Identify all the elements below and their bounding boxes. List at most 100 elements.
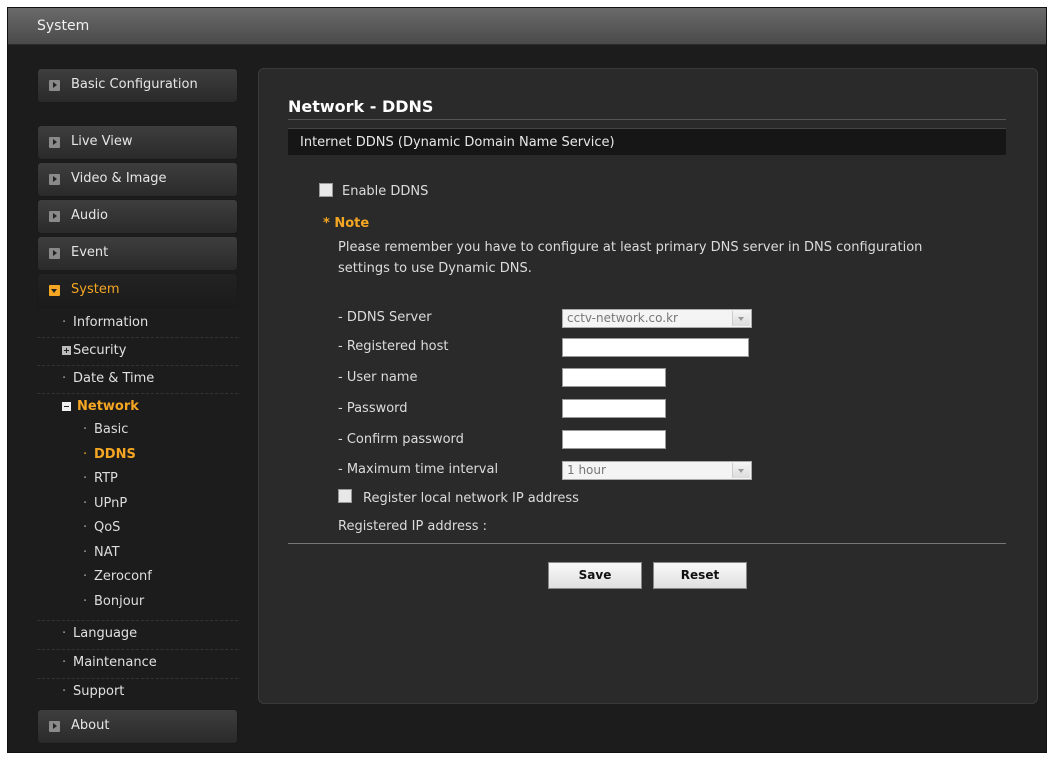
sidebar-subitem-rtp[interactable]: · RTP	[37, 467, 238, 492]
arrow-right-icon	[49, 248, 60, 259]
sidebar-item-date-time[interactable]: · Date & Time	[37, 366, 238, 394]
note-title: * Note	[323, 216, 370, 231]
sidebar-item-label: Date & Time	[73, 371, 155, 386]
bullet-icon: ·	[62, 315, 67, 330]
bullet-icon: ·	[83, 544, 88, 560]
sidebar-item-support[interactable]: · Support	[37, 679, 238, 709]
sidebar-item-label: Network	[77, 399, 139, 414]
menu-system[interactable]: System	[37, 273, 238, 308]
sidebar-item-information[interactable]: · Information	[37, 310, 238, 338]
sidebar-subitem-ddns[interactable]: · DDNS	[37, 443, 238, 468]
bullet-icon: ·	[62, 625, 67, 641]
sidebar-item-label: QoS	[94, 520, 121, 535]
header-bar: System	[8, 8, 1046, 45]
max-interval-label: - Maximum time interval	[338, 462, 499, 477]
sidebar-item-label: UPnP	[94, 495, 128, 511]
sidebar-item-maintenance[interactable]: · Maintenance	[37, 650, 238, 679]
sidebar-subitem-upnp[interactable]: · UPnP	[37, 492, 238, 517]
ddns-server-value: cctv-network.co.kr	[567, 311, 678, 325]
chevron-down-icon	[732, 311, 750, 326]
bullet-icon: ·	[83, 569, 88, 584]
menu-about[interactable]: About	[37, 708, 238, 744]
sidebar-item-label: Bonjour	[94, 593, 145, 609]
bullet-icon: ·	[62, 371, 67, 386]
password-input[interactable]	[562, 399, 666, 418]
menu-basic-configuration[interactable]: Basic Configuration	[37, 68, 238, 103]
sidebar-item-label: Security	[73, 343, 127, 358]
user-name-label: - User name	[338, 370, 418, 385]
menu-audio[interactable]: Audio	[37, 199, 238, 234]
sidebar: Basic Configuration Live View Video & Im…	[37, 68, 238, 746]
bullet-icon: ·	[62, 654, 67, 670]
content-panel: Network - DDNS Internet DDNS (Dynamic Do…	[258, 68, 1038, 704]
ddns-server-label: - DDNS Server	[338, 310, 432, 325]
bullet-icon: ·	[83, 593, 88, 609]
sidebar-item-security[interactable]: Security	[37, 338, 238, 366]
menu-live-view[interactable]: Live View	[37, 125, 238, 160]
sidebar-item-label: Language	[73, 625, 138, 641]
bullet-icon: ·	[83, 520, 88, 535]
sidebar-item-label: Support	[73, 683, 125, 699]
reset-button[interactable]: Reset	[653, 562, 747, 589]
menu-label: Audio	[71, 208, 108, 223]
sidebar-subitem-qos[interactable]: · QoS	[37, 516, 238, 541]
sidebar-item-label: Maintenance	[73, 654, 157, 670]
bullet-icon: ·	[83, 446, 88, 462]
collapse-minus-icon[interactable]	[62, 402, 71, 411]
divider	[288, 119, 1006, 120]
bullet-icon: ·	[62, 683, 67, 699]
max-interval-select[interactable]: 1 hour	[562, 461, 752, 480]
menu-label: Basic Configuration	[71, 77, 198, 92]
bullet-icon: ·	[83, 495, 88, 511]
enable-ddns-checkbox[interactable]	[319, 183, 333, 197]
sidebar-item-label: RTP	[94, 471, 118, 486]
page-title: Network - DDNS	[288, 97, 434, 116]
registered-host-label: - Registered host	[338, 339, 449, 354]
user-name-input[interactable]	[562, 368, 666, 387]
sidebar-item-label: NAT	[94, 544, 120, 560]
sidebar-subitem-bonjour[interactable]: · Bonjour	[37, 590, 238, 621]
expand-plus-icon[interactable]	[62, 346, 71, 355]
menu-label: Live View	[71, 134, 133, 149]
arrow-down-icon	[49, 285, 60, 296]
section-title: Internet DDNS (Dynamic Domain Name Servi…	[300, 135, 615, 150]
chevron-down-icon	[732, 463, 750, 478]
sidebar-subitem-nat[interactable]: · NAT	[37, 541, 238, 566]
menu-label: About	[71, 717, 110, 733]
arrow-right-icon	[49, 80, 60, 91]
confirm-password-input[interactable]	[562, 430, 666, 449]
sidebar-subitem-zeroconf[interactable]: · Zeroconf	[37, 565, 238, 590]
max-interval-value: 1 hour	[567, 463, 606, 477]
enable-ddns-label: Enable DDNS	[342, 184, 429, 199]
ddns-server-select[interactable]: cctv-network.co.kr	[562, 309, 752, 328]
sidebar-item-label: Information	[73, 315, 149, 330]
register-local-ip-label: Register local network IP address	[363, 491, 579, 506]
menu-label: System	[71, 282, 120, 297]
note-text-line1: Please remember you have to configure at…	[338, 240, 923, 255]
sidebar-item-network[interactable]: Network	[37, 394, 238, 418]
registered-ip-label: Registered IP address :	[338, 519, 488, 534]
sidebar-item-language[interactable]: · Language	[37, 621, 238, 650]
menu-label: Event	[71, 245, 109, 260]
note-text-line2: settings to use Dynamic DNS.	[338, 261, 532, 276]
sidebar-subitem-basic[interactable]: · Basic	[37, 418, 238, 443]
arrow-right-icon	[49, 137, 60, 148]
arrow-right-icon	[49, 174, 60, 185]
arrow-right-icon	[49, 211, 60, 222]
app-window: System Basic Configuration Live View Vid…	[7, 7, 1047, 753]
arrow-right-icon	[49, 720, 60, 732]
password-label: - Password	[338, 401, 408, 416]
divider	[288, 543, 1006, 544]
sidebar-item-label: Zeroconf	[94, 569, 152, 584]
menu-video-image[interactable]: Video & Image	[37, 162, 238, 197]
menu-event[interactable]: Event	[37, 236, 238, 271]
sidebar-item-label: Basic	[94, 422, 129, 437]
section-header: Internet DDNS (Dynamic Domain Name Servi…	[288, 128, 1006, 155]
registered-host-input[interactable]	[562, 338, 749, 357]
save-button[interactable]: Save	[548, 562, 642, 589]
register-local-ip-checkbox[interactable]	[338, 489, 352, 503]
header-title: System	[37, 18, 90, 34]
sidebar-item-label: DDNS	[94, 446, 136, 462]
bullet-icon: ·	[83, 422, 88, 437]
bullet-icon: ·	[83, 471, 88, 486]
